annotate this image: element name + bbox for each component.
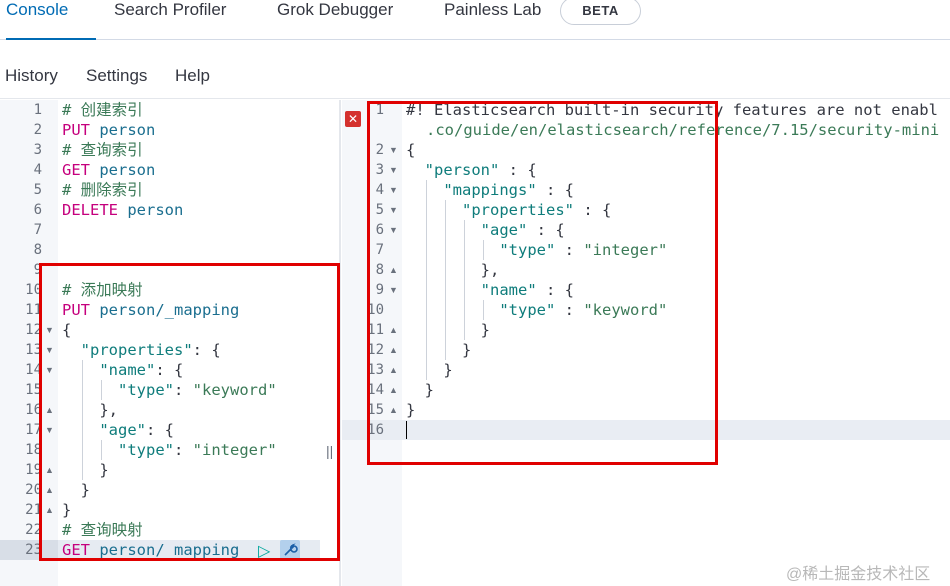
tab-search-profiler-label: Search Profiler	[114, 0, 227, 19]
beta-badge: BETA	[560, 0, 641, 25]
tab-painless-lab[interactable]: Painless Lab	[444, 0, 541, 40]
line-number: 23	[25, 542, 42, 558]
code-line: DELETE person	[62, 201, 184, 219]
line-number: 16	[25, 402, 42, 418]
line-number: 10	[25, 282, 42, 298]
response-highlight-box	[367, 101, 718, 465]
line-number: 22	[25, 522, 42, 538]
line-number: 18	[25, 442, 42, 458]
line-number: 20	[25, 482, 42, 498]
line-number: 13	[25, 342, 42, 358]
watermark-text: @稀土掘金技术社区	[786, 566, 931, 583]
tab-grok-debugger[interactable]: Grok Debugger	[277, 0, 393, 40]
code-line: PUT person	[62, 121, 156, 139]
line-number: 1	[33, 102, 42, 118]
line-number: 7	[33, 222, 42, 238]
request-highlight-box	[39, 263, 340, 561]
line-number: 8	[33, 242, 42, 258]
settings-link[interactable]: Settings	[86, 66, 147, 86]
tab-painless-lab-label: Painless Lab	[444, 0, 542, 19]
line-number: 15	[25, 382, 42, 398]
line-number: 9	[33, 262, 42, 278]
line-number: 3	[33, 142, 42, 158]
line-number: 14	[25, 362, 42, 378]
history-link[interactable]: History	[5, 66, 58, 86]
code-line: # 查询索引	[62, 141, 143, 159]
line-number: 21	[25, 502, 42, 518]
tab-grok-debugger-label: Grok Debugger	[277, 0, 394, 19]
line-number: 5	[33, 182, 42, 198]
line-number: 2	[33, 122, 42, 138]
code-line: # 删除索引	[62, 181, 143, 199]
line-number: 17	[25, 422, 42, 438]
help-link[interactable]: Help	[175, 66, 210, 86]
line-number: 4	[33, 162, 42, 178]
line-number: 12	[25, 322, 42, 338]
menu-divider	[0, 98, 950, 99]
tab-search-profiler[interactable]: Search Profiler	[114, 0, 226, 40]
tab-console-label: Console	[6, 0, 69, 19]
code-line: GET person	[62, 161, 156, 179]
top-tab-bar: Console Search Profiler Grok Debugger Pa…	[0, 0, 950, 40]
line-number: 6	[33, 202, 42, 218]
line-number: 19	[25, 462, 42, 478]
line-number: 11	[25, 302, 42, 318]
tab-console[interactable]: Console	[6, 0, 96, 40]
code-line: # 创建索引	[62, 101, 143, 119]
